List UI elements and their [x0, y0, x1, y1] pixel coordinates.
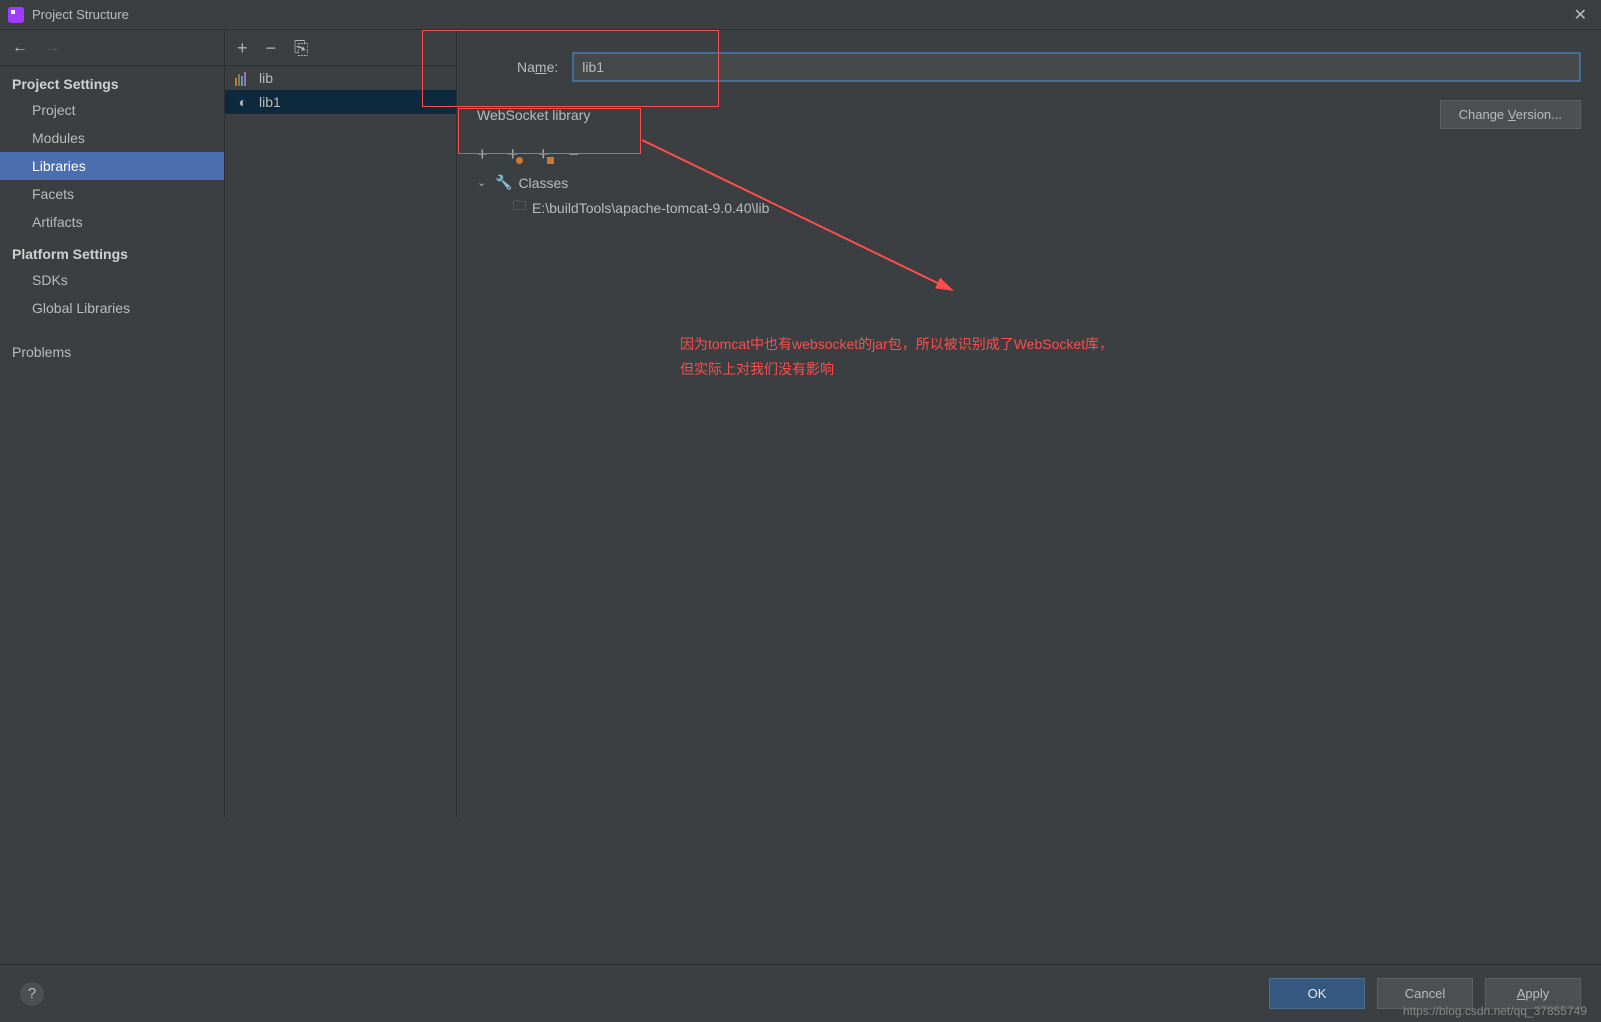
name-label: Name:	[517, 59, 558, 75]
add-root-icon[interactable]: +	[477, 145, 488, 163]
library-item-lib[interactable]: lib	[225, 66, 456, 90]
annotation-text: 因为tomcat中也有websocket的jar包，所以被识别成了WebSock…	[680, 332, 1113, 382]
classes-node[interactable]: ⌄ 🔧 Classes	[477, 171, 1581, 194]
websocket-library-icon: ◐	[235, 94, 251, 110]
nav-sdks[interactable]: SDKs	[0, 266, 224, 294]
watermark: https://blog.csdn.net/qq_37855749	[1403, 1004, 1587, 1018]
add-sources-icon[interactable]: +	[508, 145, 519, 163]
library-path-node[interactable]: 🗀 E:\buildTools\apache-tomcat-9.0.40\lib	[477, 194, 1581, 222]
library-roots-tree: ⌄ 🔧 Classes 🗀 E:\buildTools\apache-tomca…	[477, 171, 1581, 222]
library-item-label: lib	[259, 70, 273, 86]
add-docs-icon[interactable]: +	[538, 145, 549, 163]
library-type-label: WebSocket library	[477, 107, 590, 123]
classes-label: Classes	[518, 175, 568, 191]
library-path: E:\buildTools\apache-tomcat-9.0.40\lib	[532, 200, 769, 216]
library-detail-panel: Name: WebSocket library Change Version..…	[457, 30, 1601, 818]
nav-global-libraries[interactable]: Global Libraries	[0, 294, 224, 322]
chevron-down-icon: ⌄	[477, 176, 489, 189]
app-icon	[8, 7, 24, 23]
library-type-row: WebSocket library Change Version...	[477, 100, 1581, 129]
nav-arrows: ← →	[0, 30, 224, 66]
section-project-settings: Project Settings	[0, 66, 224, 96]
title-bar: Project Structure ✕	[0, 0, 1601, 30]
remove-root-icon[interactable]: −	[569, 145, 580, 163]
name-row: Name:	[517, 52, 1581, 82]
ok-button[interactable]: OK	[1269, 978, 1365, 1009]
folder-icon: 🗀	[513, 197, 526, 219]
nav-project[interactable]: Project	[0, 96, 224, 124]
library-content-toolbar: + + + −	[477, 145, 1581, 163]
close-icon[interactable]: ✕	[1568, 3, 1593, 27]
library-item-lib1[interactable]: ◐ lib1	[225, 90, 456, 114]
library-item-label: lib1	[259, 94, 281, 110]
library-name-input[interactable]	[572, 52, 1581, 82]
nav-modules[interactable]: Modules	[0, 124, 224, 152]
remove-library-icon[interactable]: −	[266, 39, 277, 57]
library-toolbar: + − ⎘	[225, 30, 456, 66]
library-list: lib ◐ lib1	[225, 66, 456, 818]
jar-library-icon	[235, 70, 251, 86]
forward-icon: →	[44, 39, 60, 57]
classes-icon: 🔧	[495, 174, 512, 191]
nav-libraries[interactable]: Libraries	[0, 152, 224, 180]
window-title: Project Structure	[32, 7, 129, 22]
nav-problems[interactable]: Problems	[0, 338, 224, 366]
footer: ? OK Cancel Apply	[0, 964, 1601, 1022]
nav-facets[interactable]: Facets	[0, 180, 224, 208]
library-list-panel: + − ⎘ lib ◐ lib1	[225, 30, 457, 818]
add-library-icon[interactable]: +	[237, 39, 248, 57]
change-version-button[interactable]: Change Version...	[1440, 100, 1581, 129]
nav-artifacts[interactable]: Artifacts	[0, 208, 224, 236]
sidebar: ← → Project Settings Project Modules Lib…	[0, 30, 225, 818]
back-icon[interactable]: ←	[12, 39, 28, 57]
copy-library-icon[interactable]: ⎘	[294, 39, 308, 57]
help-icon[interactable]: ?	[20, 982, 44, 1006]
section-platform-settings: Platform Settings	[0, 236, 224, 266]
content: ← → Project Settings Project Modules Lib…	[0, 30, 1601, 818]
